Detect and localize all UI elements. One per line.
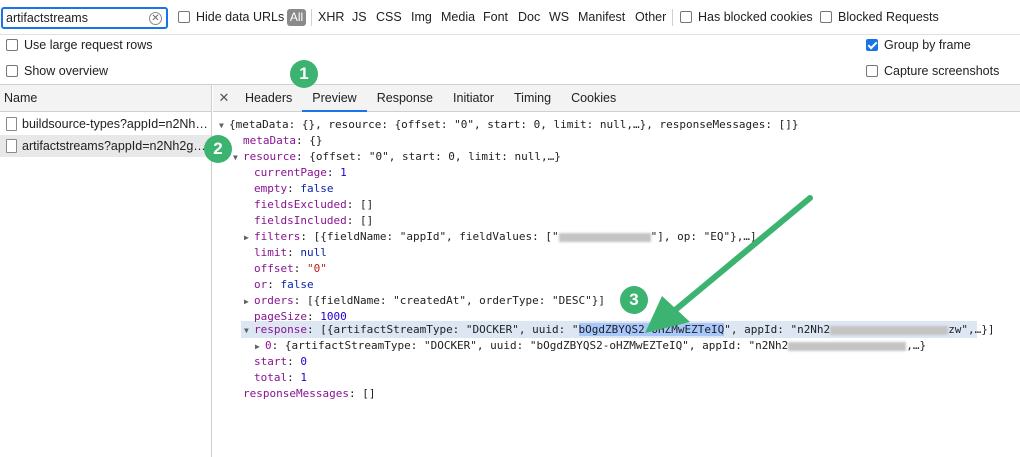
type-filter-css[interactable]: CSS xyxy=(376,10,402,24)
tree-node-or: or: false xyxy=(254,278,314,291)
tab-headers[interactable]: Headers xyxy=(235,85,302,112)
filter-input-value[interactable]: artifactstreams xyxy=(6,11,149,25)
details-tabs: ✕ Headers Preview Response Initiator Tim… xyxy=(213,85,1020,112)
type-filter-img[interactable]: Img xyxy=(411,10,432,24)
type-filter-media[interactable]: Media xyxy=(441,10,475,24)
checkbox-icon[interactable] xyxy=(680,11,692,23)
tree-node-total: total: 1 xyxy=(254,371,307,384)
hide-data-urls-label: Hide data URLs xyxy=(196,10,285,24)
redacted-value xyxy=(558,232,651,242)
blocked-requests-checkbox[interactable]: Blocked Requests xyxy=(820,10,939,24)
hide-data-urls-checkbox[interactable]: Hide data URLs xyxy=(178,10,284,24)
tree-node-currentpage: currentPage: 1 xyxy=(254,166,347,179)
tree-node-orders[interactable]: ▶ orders: [{fieldName: "createdAt", order… xyxy=(244,293,605,309)
checkbox-checked-icon[interactable] xyxy=(866,39,878,51)
has-blocked-cookies-checkbox[interactable]: Has blocked cookies xyxy=(680,10,813,24)
show-overview-label: Show overview xyxy=(24,64,109,78)
name-column-header[interactable]: Name xyxy=(0,85,211,112)
large-rows-label: Use large request rows xyxy=(24,38,153,52)
divider xyxy=(311,9,312,26)
annotation-badge-3: 3 xyxy=(620,286,648,314)
tree-node-resource[interactable]: ▼ resource: {offset: "0", start: 0, limit… xyxy=(233,149,561,165)
group-by-frame-checkbox[interactable]: Group by frame xyxy=(866,38,971,52)
expanded-triangle-icon[interactable]: ▼ xyxy=(233,150,243,166)
selected-uuid-text[interactable]: bOgdZBYQS2-oHZMwEZTeIQ xyxy=(578,323,725,336)
tree-node-response-item[interactable]: ▶ 0: {artifactStreamType: "DOCKER", uuid:… xyxy=(255,338,926,354)
expanded-triangle-icon[interactable]: ▼ xyxy=(219,118,229,134)
group-by-frame-label: Group by frame xyxy=(884,38,971,52)
type-filter-font[interactable]: Font xyxy=(483,10,508,24)
has-blocked-cookies-label: Has blocked cookies xyxy=(698,10,813,24)
tree-node-start: start: 0 xyxy=(254,355,307,368)
filter-input[interactable]: artifactstreams ✕ xyxy=(1,7,168,29)
tree-node-response[interactable]: ▼ response: [{artifactStreamType: "DOCKER… xyxy=(244,322,995,338)
tree-node-limit: limit: null xyxy=(254,246,327,259)
document-icon xyxy=(6,139,17,153)
tree-node-root[interactable]: ▼ {metaData: {}, resource: {offset: "0", … xyxy=(219,117,799,133)
tab-initiator[interactable]: Initiator xyxy=(443,85,504,112)
type-filter-js[interactable]: JS xyxy=(352,10,367,24)
tab-response[interactable]: Response xyxy=(367,85,443,112)
tree-node-fieldsincluded: fieldsIncluded: [] xyxy=(254,214,374,227)
type-filter-doc[interactable]: Doc xyxy=(518,10,540,24)
type-filter-all[interactable]: All xyxy=(287,9,306,26)
tree-node-empty: empty: false xyxy=(254,182,334,195)
settings-row-1: Use large request rows Group by frame xyxy=(0,31,1020,57)
expanded-triangle-icon[interactable]: ▼ xyxy=(244,323,254,339)
redacted-value xyxy=(830,325,949,335)
details-pane: ✕ Headers Preview Response Initiator Tim… xyxy=(213,85,1020,457)
request-row-selected[interactable]: artifactstreams?appId=n2Nh2g… xyxy=(0,135,211,157)
annotation-badge-2: 2 xyxy=(204,135,232,163)
collapsed-triangle-icon[interactable]: ▶ xyxy=(244,294,254,310)
clear-icon[interactable]: ✕ xyxy=(149,11,162,25)
type-filter-ws[interactable]: WS xyxy=(549,10,569,24)
tab-timing[interactable]: Timing xyxy=(504,85,561,112)
checkbox-icon[interactable] xyxy=(6,39,18,51)
type-filter-manifest[interactable]: Manifest xyxy=(578,10,625,24)
checkbox-icon[interactable] xyxy=(820,11,832,23)
request-list: Name buildsource-types?appId=n2Nh… artif… xyxy=(0,85,212,457)
tree-node-filters[interactable]: ▶ filters: [{fieldName: "appId", fieldVal… xyxy=(244,229,757,245)
tree-node-metadata: metaData: {} xyxy=(243,134,323,147)
settings-row-2: Show overview Capture screenshots xyxy=(0,57,1020,83)
collapsed-triangle-icon[interactable]: ▶ xyxy=(255,339,265,355)
tree-node-fieldsexcluded: fieldsExcluded: [] xyxy=(254,198,374,211)
request-name: artifactstreams?appId=n2Nh2g… xyxy=(22,139,206,153)
tab-preview[interactable]: Preview xyxy=(302,85,367,112)
tree-node-offset: offset: "0" xyxy=(254,262,327,275)
document-icon xyxy=(6,117,17,131)
close-icon[interactable]: ✕ xyxy=(213,90,235,106)
capture-screenshots-checkbox[interactable]: Capture screenshots xyxy=(866,64,999,78)
checkbox-icon[interactable] xyxy=(866,65,878,77)
capture-screenshots-label: Capture screenshots xyxy=(884,64,1000,78)
large-rows-checkbox[interactable]: Use large request rows xyxy=(6,38,153,52)
divider xyxy=(672,9,673,26)
collapsed-triangle-icon[interactable]: ▶ xyxy=(244,230,254,246)
filter-bar: artifactstreams ✕ Hide data URLs All XHR… xyxy=(0,0,1020,35)
request-name: buildsource-types?appId=n2Nh… xyxy=(22,117,208,131)
blocked-requests-label: Blocked Requests xyxy=(838,10,939,24)
request-row[interactable]: buildsource-types?appId=n2Nh… xyxy=(0,113,211,135)
show-overview-checkbox[interactable]: Show overview xyxy=(6,64,108,78)
network-panel: Name buildsource-types?appId=n2Nh… artif… xyxy=(0,84,1020,457)
type-filter-other[interactable]: Other xyxy=(635,10,666,24)
tree-node-responsemessages: responseMessages: [] xyxy=(243,387,376,400)
tab-cookies[interactable]: Cookies xyxy=(561,85,626,112)
checkbox-icon[interactable] xyxy=(6,65,18,77)
redacted-value xyxy=(788,341,907,351)
annotation-badge-1: 1 xyxy=(290,60,318,88)
checkbox-icon[interactable] xyxy=(178,11,190,23)
type-filter-xhr[interactable]: XHR xyxy=(318,10,344,24)
